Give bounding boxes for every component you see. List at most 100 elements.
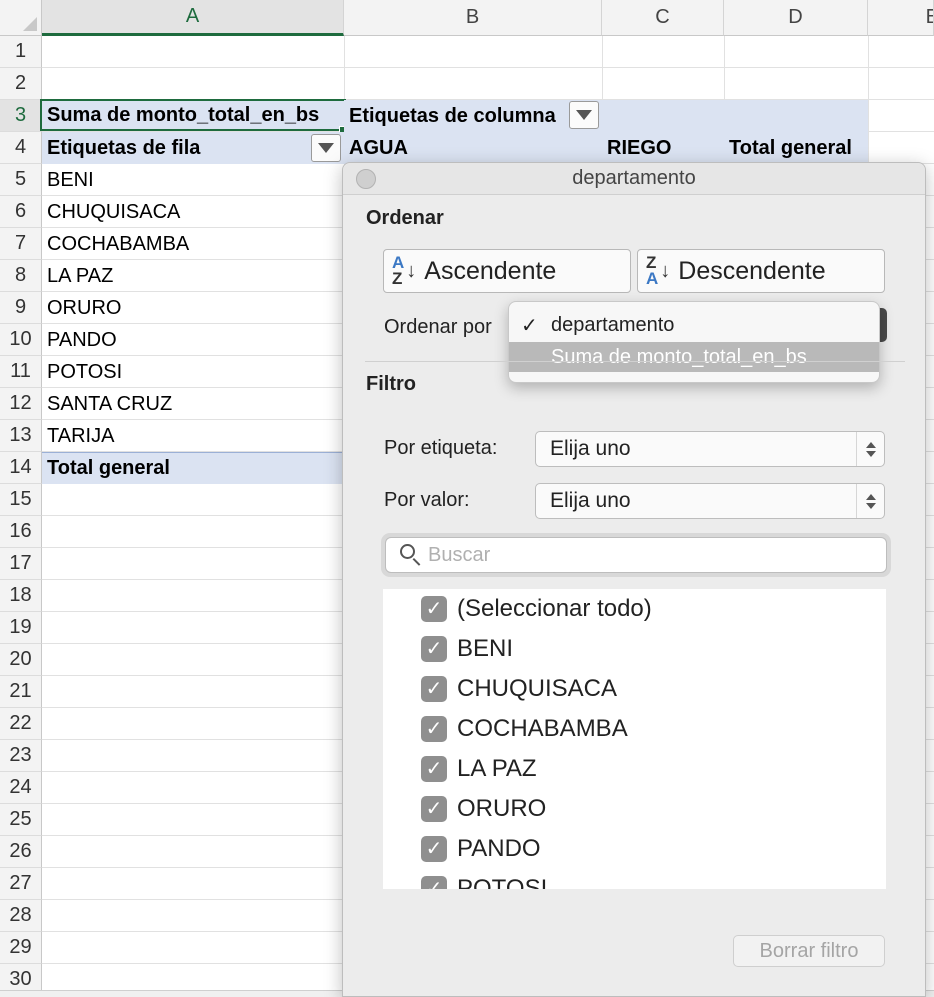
cell-total-general[interactable]: Total general <box>42 452 344 484</box>
filter-list-item[interactable]: ✓ BENI <box>421 634 513 664</box>
filter-list-item-label: CHUQUISACA <box>457 675 618 702</box>
updown-arrows-icon <box>856 484 884 518</box>
checkbox-checked-icon[interactable]: ✓ <box>421 676 447 702</box>
filter-list-item-label: ORURO <box>457 795 547 822</box>
filter-list-item[interactable]: ✓ PANDO <box>421 834 541 864</box>
column-header-e-label: E <box>926 6 933 29</box>
column-header-e[interactable]: E <box>868 0 934 36</box>
panel-titlebar: departamento <box>343 163 925 195</box>
cell-row-item[interactable]: TARIJA <box>42 420 344 452</box>
column-header-a[interactable]: A <box>42 0 344 36</box>
checkmark-icon: ✓ <box>521 314 538 337</box>
sort-by-option-label: departamento <box>551 313 675 336</box>
filter-list-item[interactable]: ✓ COCHABAMBA <box>421 714 628 744</box>
cell-col-total[interactable]: Total general <box>724 132 868 164</box>
sort-by-option-departamento[interactable]: ✓ departamento <box>509 310 879 340</box>
row-header-11[interactable]: 11 <box>0 356 42 388</box>
cell-row-item[interactable]: POTOSI <box>42 356 344 388</box>
filter-list-item-label: PANDO <box>457 835 541 862</box>
search-box[interactable] <box>385 537 887 573</box>
row-header-13[interactable]: 13 <box>0 420 42 452</box>
select-all-corner[interactable] <box>0 0 42 36</box>
row-header-18[interactable]: 18 <box>0 580 42 612</box>
filter-list-item-label: (Seleccionar todo) <box>457 595 652 622</box>
row-header-15[interactable]: 15 <box>0 484 42 516</box>
by-label-select[interactable]: Elija uno <box>535 431 885 467</box>
cell-row-item[interactable]: ORURO <box>42 292 344 324</box>
cell-row-item[interactable]: PANDO <box>42 324 344 356</box>
updown-arrows-icon <box>856 432 884 466</box>
row-header-16[interactable]: 16 <box>0 516 42 548</box>
panel-title: departamento <box>572 167 696 189</box>
row-header-21[interactable]: 21 <box>0 676 42 708</box>
search-icon <box>398 542 424 568</box>
filter-list-item[interactable]: ✓ ORURO <box>421 794 546 824</box>
row-header-17[interactable]: 17 <box>0 548 42 580</box>
filter-list-item[interactable]: ✓ CHUQUISACA <box>421 674 617 704</box>
row-header-22[interactable]: 22 <box>0 708 42 740</box>
column-labels-dropdown-button[interactable] <box>569 101 599 129</box>
checkbox-checked-icon[interactable]: ✓ <box>421 756 447 782</box>
row-header-10[interactable]: 10 <box>0 324 42 356</box>
pivot-filter-panel: departamento Ordenar AZ ↓ Ascendente ZA … <box>342 162 926 997</box>
row-header-24[interactable]: 24 <box>0 772 42 804</box>
checkbox-checked-icon[interactable]: ✓ <box>421 636 447 662</box>
sort-by-option-suma[interactable]: Suma de monto_total_en_bs <box>509 342 879 372</box>
row-header-8[interactable]: 8 <box>0 260 42 292</box>
cell-col-agua[interactable]: AGUA <box>344 132 602 164</box>
filter-list-item[interactable]: ✓ LA PAZ <box>421 754 537 784</box>
filter-items-list[interactable]: ✓ (Seleccionar todo) ✓ BENI ✓ CHUQUISACA ✓ COCH… <box>383 589 886 889</box>
checkbox-checked-icon[interactable]: ✓ <box>421 836 447 862</box>
checkbox-checked-icon[interactable]: ✓ <box>421 596 447 622</box>
cell-row-item[interactable]: COCHABAMBA <box>42 228 344 260</box>
row-header-9[interactable]: 9 <box>0 292 42 324</box>
row-header-12[interactable]: 12 <box>0 388 42 420</box>
search-input[interactable] <box>428 543 868 567</box>
checkbox-checked-icon[interactable]: ✓ <box>421 796 447 822</box>
column-header-c[interactable]: C <box>602 0 724 36</box>
search-field-focus-ring <box>381 533 891 577</box>
clear-filter-button[interactable]: Borrar filtro <box>733 935 885 967</box>
row-header-7[interactable]: 7 <box>0 228 42 260</box>
row-header-26[interactable]: 26 <box>0 836 42 868</box>
row-header-28[interactable]: 28 <box>0 900 42 932</box>
filter-list-item[interactable]: ✓ POTOSI <box>421 874 547 889</box>
filter-section-title: Filtro <box>366 373 416 395</box>
row-header-14[interactable]: 14 <box>0 452 42 484</box>
row-header-20[interactable]: 20 <box>0 644 42 676</box>
by-value-select[interactable]: Elija uno <box>535 483 885 519</box>
cell-column-labels-header[interactable]: Etiquetas de columna <box>344 100 868 132</box>
row-header-5[interactable]: 5 <box>0 164 42 196</box>
cell-row-item[interactable]: LA PAZ <box>42 260 344 292</box>
checkbox-checked-icon[interactable]: ✓ <box>421 876 447 889</box>
cell-row-item[interactable]: CHUQUISACA <box>42 196 344 228</box>
cell-row-labels-header[interactable]: Etiquetas de fila <box>42 132 344 164</box>
sort-descending-button[interactable]: ZA ↓ Descendente <box>637 249 885 293</box>
by-label-label: Por etiqueta: <box>384 437 498 459</box>
row-header-27[interactable]: 27 <box>0 868 42 900</box>
cell-col-riego[interactable]: RIEGO <box>602 132 724 164</box>
row-header-19[interactable]: 19 <box>0 612 42 644</box>
row-header-2[interactable]: 2 <box>0 68 42 100</box>
row-header-6[interactable]: 6 <box>0 196 42 228</box>
cell-row-item[interactable]: SANTA CRUZ <box>42 388 344 420</box>
filter-list-item[interactable]: ✓ (Seleccionar todo) <box>421 594 652 624</box>
row-header-3[interactable]: 3 <box>0 100 42 132</box>
row-header-29[interactable]: 29 <box>0 932 42 964</box>
column-header-b[interactable]: B <box>344 0 602 36</box>
close-icon[interactable] <box>356 169 376 189</box>
filter-list-item-label: COCHABAMBA <box>457 715 628 742</box>
row-header-25[interactable]: 25 <box>0 804 42 836</box>
sort-ascending-button[interactable]: AZ ↓ Ascendente <box>383 249 631 293</box>
by-value-select-value: Elija uno <box>550 489 631 512</box>
filter-list-item-label: LA PAZ <box>457 755 537 782</box>
row-header-23[interactable]: 23 <box>0 740 42 772</box>
row-header-4[interactable]: 4 <box>0 132 42 164</box>
row-header-1[interactable]: 1 <box>0 36 42 68</box>
sort-by-label: Ordenar por <box>384 316 492 338</box>
cell-value-header[interactable]: Suma de monto_total_en_bs <box>40 99 346 131</box>
column-header-d[interactable]: D <box>724 0 868 36</box>
cell-row-item[interactable]: BENI <box>42 164 344 196</box>
row-labels-dropdown-button[interactable] <box>311 134 341 162</box>
checkbox-checked-icon[interactable]: ✓ <box>421 716 447 742</box>
